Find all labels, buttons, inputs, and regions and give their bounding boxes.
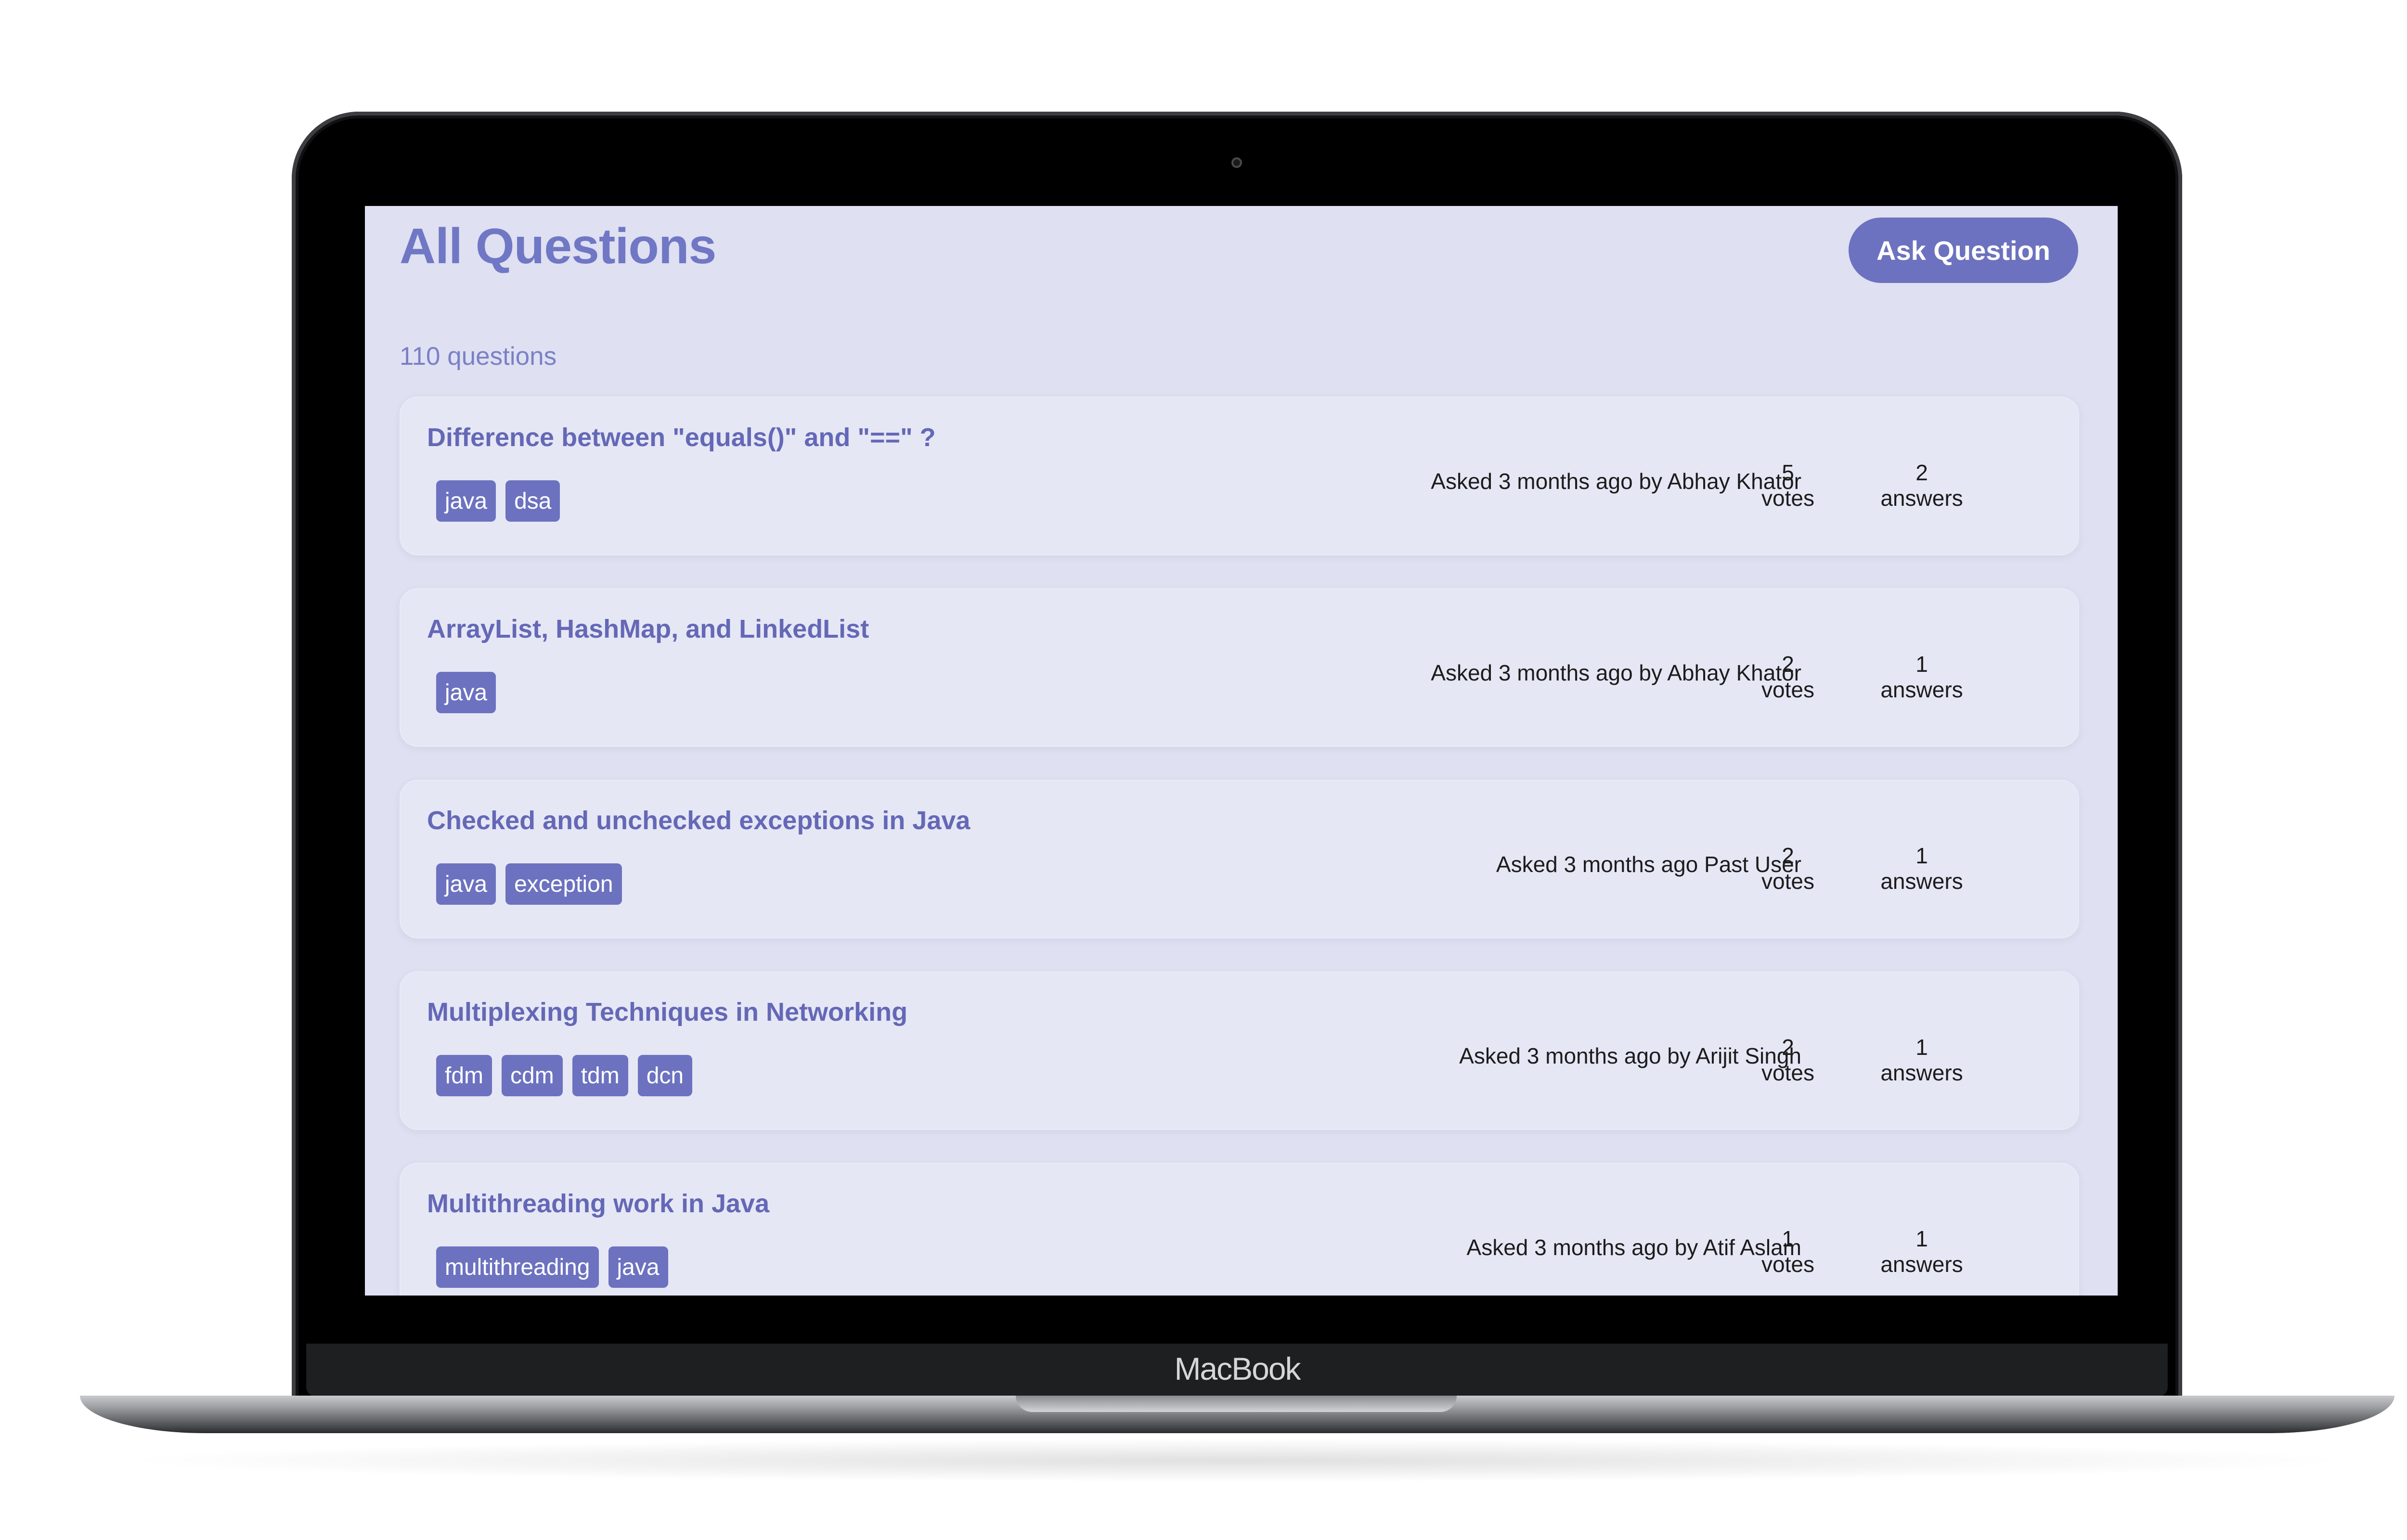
question-title-link[interactable]: ArrayList, HashMap, and LinkedList bbox=[427, 614, 869, 644]
answer-count-value: 1 bbox=[1915, 1226, 1928, 1251]
tag-list: java exception bbox=[436, 863, 622, 905]
question-card: Multithreading work in Java multithreadi… bbox=[400, 1163, 2079, 1296]
question-card: Difference between "equals()" and "==" ?… bbox=[400, 397, 2079, 555]
question-title-link[interactable]: Difference between "equals()" and "==" ? bbox=[427, 423, 936, 452]
question-list: Difference between "equals()" and "==" ?… bbox=[400, 397, 2079, 1296]
answer-count-value: 1 bbox=[1915, 1035, 1928, 1060]
vote-count: 2 votes bbox=[1735, 652, 1841, 703]
tag-badge[interactable]: dsa bbox=[505, 480, 560, 522]
tag-badge[interactable]: java bbox=[436, 672, 496, 713]
answer-count-value: 1 bbox=[1915, 652, 1928, 677]
answer-count: 1 answers bbox=[1869, 1226, 1975, 1277]
vote-count-label: votes bbox=[1761, 677, 1814, 702]
question-title-link[interactable]: Multiplexing Techniques in Networking bbox=[427, 997, 907, 1027]
tag-badge[interactable]: exception bbox=[505, 863, 622, 905]
answer-count: 1 answers bbox=[1869, 1035, 1975, 1086]
answer-count: 2 answers bbox=[1869, 460, 1975, 511]
ask-question-button[interactable]: Ask Question bbox=[1849, 218, 2078, 283]
vote-count-value: 5 bbox=[1782, 460, 1794, 485]
tag-badge[interactable]: cdm bbox=[502, 1055, 563, 1096]
vote-count-value: 2 bbox=[1782, 1035, 1794, 1060]
page-title: All Questions bbox=[400, 218, 716, 274]
question-count: 110 questions bbox=[400, 342, 557, 371]
vote-count-value: 1 bbox=[1782, 1226, 1794, 1251]
tag-list: java dsa bbox=[436, 480, 560, 522]
vote-count-label: votes bbox=[1761, 486, 1814, 511]
tag-list: fdm cdm tdm dcn bbox=[436, 1055, 693, 1096]
tag-badge[interactable]: dcn bbox=[637, 1055, 693, 1096]
answer-count-label: answers bbox=[1880, 486, 1963, 511]
answer-count-value: 1 bbox=[1915, 843, 1928, 868]
vote-count: 1 votes bbox=[1735, 1226, 1841, 1277]
answer-count: 1 answers bbox=[1869, 843, 1975, 894]
tag-badge[interactable]: fdm bbox=[436, 1055, 492, 1096]
vote-count: 2 votes bbox=[1735, 843, 1841, 894]
laptop-shadow bbox=[111, 1439, 2364, 1482]
tag-badge[interactable]: multithreading bbox=[436, 1246, 599, 1288]
answer-count-label: answers bbox=[1880, 677, 1963, 702]
screen: All Questions Ask Question 110 questions… bbox=[365, 206, 2118, 1296]
question-card: ArrayList, HashMap, and LinkedList java … bbox=[400, 588, 2079, 747]
vote-count-label: votes bbox=[1761, 1060, 1814, 1085]
laptop-hinge-notch bbox=[1016, 1396, 1457, 1412]
tag-badge[interactable]: java bbox=[436, 863, 496, 905]
tag-badge[interactable]: java bbox=[436, 480, 496, 522]
tag-badge[interactable]: java bbox=[608, 1246, 668, 1288]
question-card: Multiplexing Techniques in Networking fd… bbox=[400, 971, 2079, 1130]
vote-count-value: 2 bbox=[1782, 843, 1794, 868]
vote-count: 5 votes bbox=[1735, 460, 1841, 511]
answer-count-label: answers bbox=[1880, 1252, 1963, 1277]
vote-count-label: votes bbox=[1761, 869, 1814, 894]
tag-list: multithreading java bbox=[436, 1246, 668, 1288]
webcam-icon bbox=[1231, 157, 1242, 168]
vote-count-label: votes bbox=[1761, 1252, 1814, 1277]
question-title-link[interactable]: Multithreading work in Java bbox=[427, 1189, 769, 1219]
question-title-link[interactable]: Checked and unchecked exceptions in Java bbox=[427, 806, 970, 835]
question-card: Checked and unchecked exceptions in Java… bbox=[400, 780, 2079, 938]
tag-list: java bbox=[436, 672, 496, 713]
answer-count: 1 answers bbox=[1869, 652, 1975, 703]
answer-count-value: 2 bbox=[1915, 460, 1928, 485]
answer-count-label: answers bbox=[1880, 869, 1963, 894]
answer-count-label: answers bbox=[1880, 1060, 1963, 1085]
brand-label: MacBook bbox=[1174, 1351, 1301, 1386]
vote-count: 2 votes bbox=[1735, 1035, 1841, 1086]
vote-count-value: 2 bbox=[1782, 652, 1794, 677]
tag-badge[interactable]: tdm bbox=[572, 1055, 628, 1096]
